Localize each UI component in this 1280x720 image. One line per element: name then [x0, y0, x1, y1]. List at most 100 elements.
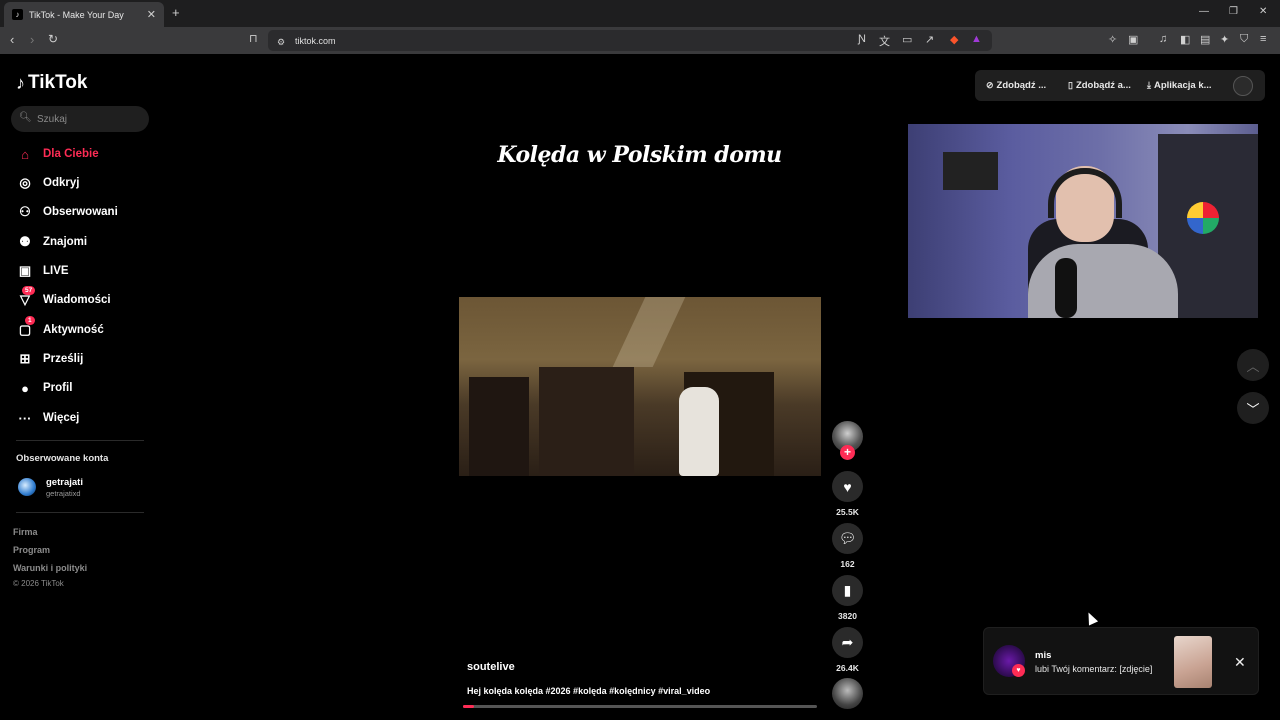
menu-icon[interactable]: ≡ — [1260, 33, 1266, 45]
vpn-icon[interactable]: ⛉ — [1240, 33, 1248, 46]
minimize-button[interactable]: — — [1199, 6, 1209, 17]
tiktok-logo[interactable]: ♪ TikTok — [16, 72, 87, 94]
get-app-button[interactable]: ▯ Zdobądź a... — [1068, 80, 1131, 91]
sidebar-item-activity[interactable]: ▢ 1 Aktywność — [16, 316, 104, 340]
home-icon: ⌂ — [21, 146, 29, 162]
previous-video-button[interactable]: ︿ — [1237, 349, 1269, 381]
close-icon[interactable]: ✕ — [1234, 654, 1246, 671]
profile-icon: ● — [21, 380, 29, 396]
reader-icon[interactable]: Ɲ — [858, 33, 866, 45]
site-info-icon[interactable]: ⚙ — [277, 37, 285, 48]
footer-link-company[interactable]: Firma — [13, 527, 38, 537]
browser-toolbar: ‹ › ↻ ⊓ ⚙ tiktok.com — [0, 27, 1280, 54]
bookmark-icon[interactable]: ⊓ — [249, 32, 258, 45]
maximize-button[interactable]: ❐ — [1229, 6, 1238, 17]
logo-text: TikTok — [28, 72, 88, 93]
avatar[interactable] — [18, 478, 36, 496]
browser-tab-bar: ♪ TikTok - Make Your Day ✕ + — ❐ ✕ — [0, 0, 1280, 27]
sidebar-item-friends[interactable]: ⚉ Znajomi — [16, 232, 87, 252]
tiktok-favicon-icon: ♪ — [12, 9, 23, 20]
rewards-icon[interactable]: ▲ — [971, 33, 982, 45]
search-icon: 🔍︎ — [19, 112, 32, 123]
webcam-detail — [1055, 258, 1077, 318]
save-count: 3820 — [838, 611, 857, 621]
webcam-detail — [1187, 202, 1219, 234]
comment-icon: 💬︎ — [838, 530, 857, 546]
extensions-icon[interactable]: ✧ — [1108, 33, 1117, 46]
search-input[interactable]: 🔍︎ Szukaj — [11, 106, 149, 132]
share-button[interactable]: ➦ — [832, 627, 863, 658]
new-tab-button[interactable]: + — [172, 5, 180, 20]
close-window-button[interactable]: ✕ — [1259, 6, 1267, 17]
footer-link-program[interactable]: Program — [13, 545, 50, 555]
translate-icon[interactable]: 文 — [879, 33, 890, 49]
sidebar-divider — [16, 512, 144, 513]
like-count: 25.5K — [836, 507, 859, 517]
save-button[interactable]: ▮ — [832, 575, 863, 606]
video-frame-detail — [612, 297, 686, 367]
sidebar-item-more[interactable]: ··· Więcej — [16, 408, 80, 428]
followed-account-handle[interactable]: getrajatixd — [46, 489, 81, 498]
comment-count: 162 — [840, 559, 855, 569]
live-icon: ▣ — [18, 263, 32, 278]
forward-icon[interactable]: › — [30, 32, 34, 47]
reload-icon[interactable]: ↻ — [48, 32, 58, 46]
sidebar-item-label: Odkryj — [43, 177, 80, 189]
download-app-label: Aplikacja k... — [1153, 80, 1212, 91]
tab-manager-icon[interactable]: ▣ — [1128, 33, 1138, 46]
ai-icon[interactable]: ✦ — [1220, 33, 1229, 46]
messages-badge: 57 — [22, 286, 36, 295]
music-disc-icon[interactable] — [832, 678, 863, 709]
back-icon[interactable]: ‹ — [10, 32, 14, 47]
video-progress-bar[interactable] — [463, 705, 817, 708]
video-author[interactable]: soutelive — [467, 661, 515, 673]
notification-thumbnail — [1174, 636, 1212, 688]
sidebar-item-for-you[interactable]: ⌂ Dla Ciebie — [16, 144, 99, 164]
sidebar-toggle-icon[interactable]: ◧ — [1180, 33, 1190, 46]
sidebar-item-label: Prześlij — [43, 353, 84, 365]
notification-user: mis — [1035, 650, 1052, 661]
webcam-overlay — [908, 124, 1258, 318]
get-coins-label: Zdobądź ... — [996, 80, 1047, 91]
next-video-button[interactable]: ﹀ — [1237, 392, 1269, 424]
wallet-icon[interactable]: ▤ — [1200, 33, 1210, 46]
friends-icon: ⚉ — [19, 234, 31, 249]
sidebar-item-following[interactable]: ⚇ Obserwowani — [16, 202, 118, 222]
sidebar-item-live[interactable]: ▣ LIVE — [16, 261, 69, 281]
followed-account-name[interactable]: getrajati — [46, 477, 83, 488]
url-text: tiktok.com — [295, 35, 336, 46]
avatar[interactable] — [1233, 76, 1253, 96]
sidebar-item-messages[interactable]: ▽ 57 Wiadomości — [16, 286, 111, 310]
sidebar-item-profile[interactable]: ● Profil — [16, 378, 72, 398]
get-coins-button[interactable]: ⊘ Zdobądź ... — [986, 80, 1046, 91]
music-icon[interactable]: ♫ — [1159, 33, 1167, 45]
chevron-up-icon: ︿ — [1246, 358, 1260, 374]
like-button[interactable]: ♥ — [832, 471, 863, 502]
download-app-button[interactable]: ⤓ Aplikacja k... — [1147, 80, 1212, 91]
heart-icon: ♥ — [1012, 664, 1025, 677]
activity-icon: ▢ 1 — [16, 316, 35, 339]
share-icon[interactable]: ↗ — [925, 33, 934, 46]
following-icon: ⚇ — [19, 204, 31, 219]
cast-icon[interactable]: ▭ — [902, 33, 912, 46]
browser-tab[interactable]: ♪ TikTok - Make Your Day ✕ — [4, 2, 164, 27]
copyright: © 2026 TikTok — [13, 579, 64, 588]
video-player[interactable] — [459, 297, 821, 476]
sidebar-item-label: Profil — [43, 382, 73, 394]
sidebar-item-upload[interactable]: ⊞ Prześlij — [16, 349, 84, 369]
shield-icon[interactable]: ◆ — [950, 33, 958, 46]
sidebar-item-label: LIVE — [43, 265, 69, 277]
activity-badge: 1 — [25, 316, 35, 325]
follow-button[interactable]: + — [840, 445, 855, 460]
tab-close-icon[interactable]: ✕ — [147, 8, 156, 21]
video-description: Hej kolęda kolęda #2026 #kolęda #kolędni… — [467, 686, 711, 696]
sidebar-item-label: Obserwowani — [43, 206, 118, 218]
comment-button[interactable]: 💬︎ — [832, 523, 863, 554]
webcam-detail — [1048, 168, 1122, 218]
coin-icon: ⊘ — [986, 80, 994, 90]
tab-title: TikTok - Make Your Day — [29, 9, 124, 20]
footer-link-terms[interactable]: Warunki i polityki — [13, 563, 87, 573]
sidebar-item-label: Dla Ciebie — [43, 148, 99, 160]
notification-text: lubi Twój komentarz: [zdjęcie] — [1035, 664, 1153, 674]
sidebar-item-explore[interactable]: ◎ Odkryj — [16, 173, 79, 193]
